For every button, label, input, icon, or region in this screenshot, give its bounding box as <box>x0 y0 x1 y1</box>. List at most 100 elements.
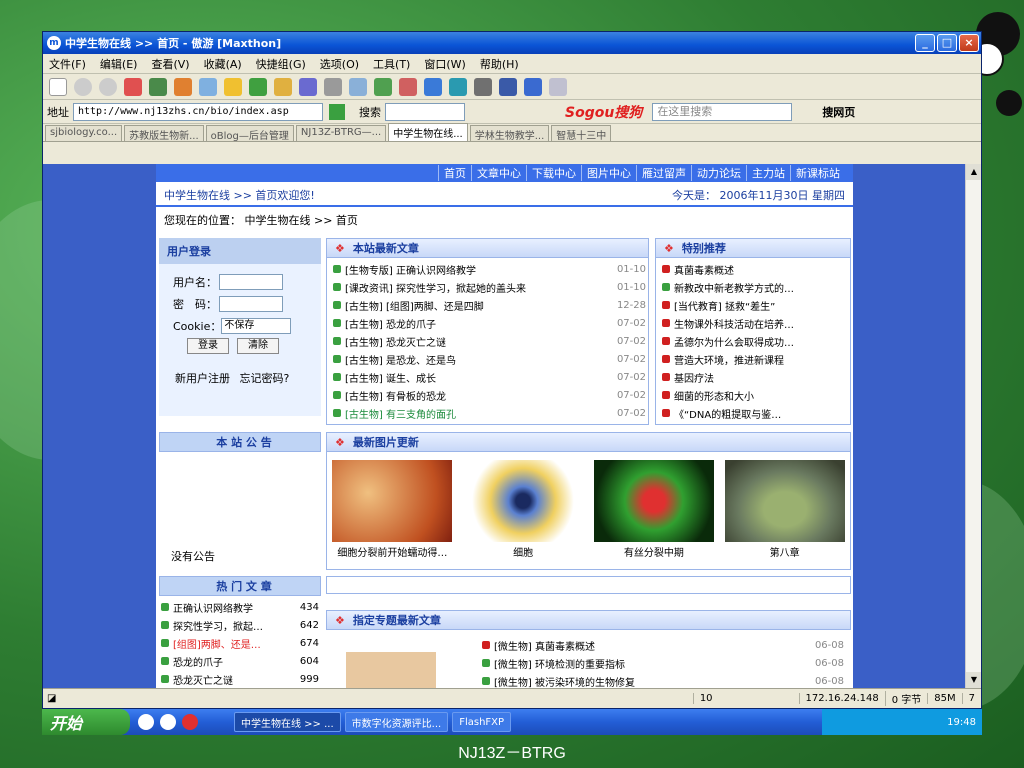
back-icon[interactable] <box>74 77 92 96</box>
task-ppt[interactable]: 市数字化资源评比... <box>344 712 449 732</box>
scroll-down-icon[interactable]: ▼ <box>966 672 981 688</box>
list-item[interactable]: 基因疗法 <box>662 368 848 386</box>
list-item[interactable]: 正确认识网络教学 434 <box>161 598 319 616</box>
nav-main-site[interactable]: 主力站 <box>746 165 790 181</box>
search-icon[interactable] <box>199 77 217 96</box>
list-item[interactable]: [古生物] 恐龙的爪子 07-02 <box>333 314 646 332</box>
list-item[interactable]: [微生物] 被污染环境的生物修复 06-08 <box>482 672 844 688</box>
nav-home[interactable]: 首页 <box>438 165 471 181</box>
list-item[interactable]: [古生物] 有三支角的面孔 07-02 <box>333 404 646 422</box>
skin-icon[interactable] <box>449 77 467 96</box>
start-button[interactable]: 开始 <box>42 709 130 735</box>
sogou-search-input[interactable]: 在这里搜索 <box>652 102 793 121</box>
folder-icon[interactable] <box>274 77 292 96</box>
app-quick-icon[interactable] <box>182 714 198 730</box>
register-link[interactable]: 新用户注册 <box>175 372 230 385</box>
list-item[interactable]: [微生物] 真菌毒素概述 06-08 <box>482 636 844 654</box>
password-input[interactable] <box>219 296 283 312</box>
tab-zhihui[interactable]: 智慧十三中 <box>551 125 612 142</box>
nav-forum[interactable]: 动力论坛 <box>691 165 746 181</box>
url-input[interactable]: http://www.nj13zhs.cn/bio/index.asp <box>73 102 323 121</box>
forward-icon[interactable] <box>99 77 117 96</box>
nav-articles[interactable]: 文章中心 <box>471 165 526 181</box>
tab-nj13z[interactable]: NJ13Z-BTRG—... <box>295 125 387 141</box>
list-item[interactable]: 孟德尔为什么会取得成功… <box>662 332 848 350</box>
list-item[interactable]: [古生物] 诞生、成长 07-02 <box>333 368 646 386</box>
list-item[interactable]: 生物课外科技活动在培养… <box>662 314 848 332</box>
picture-thumb[interactable]: 有丝分裂中期 <box>593 460 714 569</box>
maxthon-quick-icon[interactable] <box>138 714 154 730</box>
list-item[interactable]: 《“DNA的粗提取与鉴… <box>662 404 848 422</box>
picture-thumb[interactable]: 第八章 <box>724 460 845 569</box>
list-item[interactable]: [古生物] [组图]两脚、还是四脚 12-28 <box>333 296 646 314</box>
history-icon[interactable] <box>249 77 267 96</box>
ie-quick-icon[interactable] <box>160 714 176 730</box>
menu-options[interactable]: 选项(O) <box>320 56 359 72</box>
list-item[interactable]: [课改资讯] 探究性学习，掀起她的盖头来 01-10 <box>333 278 646 296</box>
scroll-up-icon[interactable]: ▲ <box>966 164 981 180</box>
mail-icon[interactable] <box>349 77 367 96</box>
search-input[interactable] <box>385 102 465 121</box>
cookie-select[interactable]: 不保存 <box>221 318 292 334</box>
list-item[interactable]: 营造大环境，推进新课程 <box>662 350 848 368</box>
refresh-icon[interactable] <box>149 77 167 96</box>
panel-icon[interactable] <box>299 77 317 96</box>
list-item[interactable]: 细菌的形态和大小 <box>662 386 848 404</box>
list-item[interactable]: [当代教育] 拯救“差生” <box>662 296 848 314</box>
menu-edit[interactable]: 编辑(E) <box>100 56 138 72</box>
task-browser[interactable]: 中学生物在线 >> ... <box>234 712 341 732</box>
list-item[interactable]: 真菌毒素概述 <box>662 260 848 278</box>
go-button[interactable] <box>329 103 345 120</box>
menu-favorites[interactable]: 收藏(A) <box>204 56 242 72</box>
home-icon[interactable] <box>174 77 192 96</box>
list-item[interactable]: 探究性学习，掀起… 642 <box>161 616 319 634</box>
copy-icon[interactable] <box>549 77 567 96</box>
list-item[interactable]: [古生物] 有骨板的恐龙 07-02 <box>333 386 646 404</box>
menu-tools[interactable]: 工具(T) <box>373 56 410 72</box>
list-item[interactable]: [古生物] 是恐龙、还是鸟 07-02 <box>333 350 646 368</box>
minimize-button[interactable]: _ <box>915 34 935 52</box>
tab-xuelin[interactable]: 学林生物教学... <box>469 125 550 142</box>
nav-pictures[interactable]: 图片中心 <box>581 165 636 181</box>
menu-groups[interactable]: 快捷组(G) <box>256 56 306 72</box>
list-item[interactable]: 恐龙的爪子 604 <box>161 652 319 670</box>
window-icon[interactable] <box>424 77 442 96</box>
menu-view[interactable]: 查看(V) <box>151 56 189 72</box>
list-item[interactable]: 恐龙灭亡之谜 999 <box>161 670 319 688</box>
tab-current[interactable]: 中学生物在线... <box>388 123 468 141</box>
tools-icon[interactable] <box>374 77 392 96</box>
maximize-button[interactable]: □ <box>937 34 957 52</box>
undo-icon[interactable] <box>524 77 542 96</box>
picture-thumb[interactable]: 细胞分裂前开始蠕动得… <box>332 460 453 569</box>
task-flashfxp[interactable]: FlashFXP <box>452 712 512 732</box>
forgot-password-link[interactable]: 忘记密码? <box>240 372 290 385</box>
vertical-scrollbar[interactable]: ▲ ▼ <box>965 164 981 688</box>
plugin-icon[interactable] <box>399 77 417 96</box>
list-item[interactable]: [组图]两脚、还是… 674 <box>161 634 319 652</box>
tab-oblog[interactable]: oBlog—后台管理 <box>205 125 294 142</box>
login-button[interactable]: 登录 <box>187 338 229 354</box>
menu-file[interactable]: 文件(F) <box>49 56 86 72</box>
menu-window[interactable]: 窗口(W) <box>424 56 465 72</box>
list-item[interactable]: 新教改中新老教学方式的… <box>662 278 848 296</box>
sogou-search-button[interactable]: 搜网页 <box>822 104 855 120</box>
special-thumb[interactable] <box>346 652 436 688</box>
picture-thumb[interactable]: 细胞 <box>463 460 584 569</box>
list-item[interactable]: [生物专版] 正确认识网络教学 01-10 <box>333 260 646 278</box>
print-icon[interactable] <box>324 77 342 96</box>
nav-guestbook[interactable]: 雁过留声 <box>636 165 691 181</box>
save-icon[interactable] <box>499 77 517 96</box>
nav-downloads[interactable]: 下载中心 <box>526 165 581 181</box>
username-input[interactable] <box>219 274 283 290</box>
list-item[interactable]: [古生物] 恐龙灭亡之谜 07-02 <box>333 332 646 350</box>
favorites-icon[interactable] <box>224 77 242 96</box>
close-button[interactable]: × <box>959 34 979 52</box>
settings-icon[interactable] <box>474 77 492 96</box>
list-item[interactable]: [微生物] 环境检测的重要指标 06-08 <box>482 654 844 672</box>
new-page-icon[interactable] <box>49 77 67 96</box>
stop-icon[interactable] <box>124 77 142 96</box>
tab-sjbiology[interactable]: sjbiology.co... <box>45 125 123 141</box>
menu-help[interactable]: 帮助(H) <box>480 56 519 72</box>
clear-button[interactable]: 清除 <box>237 338 279 354</box>
tab-sujiao[interactable]: 苏教版生物新... <box>124 125 204 142</box>
